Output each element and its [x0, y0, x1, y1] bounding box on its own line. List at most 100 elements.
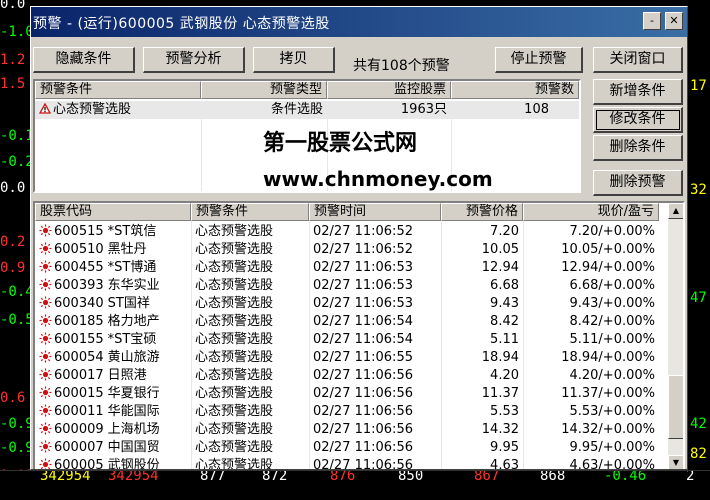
- alert-sun-icon: [39, 350, 52, 363]
- background-change-value: -0.1: [0, 128, 34, 144]
- alert-row[interactable]: 600515 *ST筑信 心态预警选股 02/27 11:06:52 7.20 7.20/…: [35, 223, 665, 241]
- alert-row[interactable]: 600005 武钢股份 心态预警选股 02/27 11:06:56 4.63 4.63/+…: [35, 457, 665, 470]
- column-header-alert-time[interactable]: 预警时间: [309, 203, 441, 221]
- background-quote-value: 2: [686, 470, 695, 484]
- delete-condition-button[interactable]: 删除条件: [593, 135, 683, 161]
- stock-cell: 600054 黄山旅游: [39, 349, 191, 367]
- stock-name: *ST筑信: [107, 224, 157, 239]
- alert-row[interactable]: 600009 上海机场 心态预警选股 02/27 11:06:56 14.32 14.32…: [35, 421, 665, 439]
- alert-list[interactable]: 股票代码 预警条件 预警时间 预警价格 现价/盈亏 600515 *ST筑信 心态预…: [33, 201, 685, 470]
- background-volume-value: 32: [690, 182, 707, 198]
- alert-time: 02/27 11:06:53: [313, 260, 413, 275]
- alert-price: 6.68: [490, 278, 519, 293]
- column-header-stock-code[interactable]: 股票代码: [35, 203, 191, 221]
- alert-time: 02/27 11:06:53: [313, 296, 413, 311]
- add-condition-button[interactable]: 新增条件: [593, 79, 683, 105]
- stock-name: 黑牡丹: [107, 242, 147, 257]
- alert-row[interactable]: 600011 华能国际 心态预警选股 02/27 11:06:56 5.53 5.53/+…: [35, 403, 665, 421]
- stock-name: 格力地产: [107, 314, 160, 329]
- alert-condition: 心态预警选股: [195, 458, 274, 470]
- stock-code: 600054: [54, 350, 104, 365]
- alert-price: 10.05: [481, 242, 519, 257]
- alert-row[interactable]: 600455 *ST博通 心态预警选股 02/27 11:06:53 12.94 12.9…: [35, 259, 665, 277]
- scroll-up-icon[interactable]: ▲: [668, 203, 683, 219]
- column-header-type[interactable]: 预警类型: [201, 81, 327, 99]
- alert-row[interactable]: 600007 中国国贸 心态预警选股 02/27 11:06:56 9.95 9.95/+…: [35, 439, 665, 457]
- stock-code: 600155: [54, 332, 104, 347]
- background-volume-value: 42: [690, 416, 707, 432]
- alert-price: 5.53: [490, 404, 519, 419]
- column-header-alert-price[interactable]: 预警价格: [441, 203, 523, 221]
- alert-price: 14.32: [481, 422, 519, 437]
- close-button[interactable]: ✕: [665, 12, 683, 30]
- alert-analysis-button[interactable]: 预警分析: [143, 47, 245, 73]
- background-change-value: -0.2: [0, 154, 34, 170]
- stock-name: 上海机场: [107, 422, 160, 437]
- stock-cell: 600017 日照港: [39, 367, 191, 385]
- alert-time: 02/27 11:06:55: [313, 350, 413, 365]
- alert-price: 5.11: [490, 332, 519, 347]
- alert-row[interactable]: 600054 黄山旅游 心态预警选股 02/27 11:06:55 18.94 18.94…: [35, 349, 665, 367]
- condition-count: 108: [524, 102, 549, 117]
- stop-alert-button[interactable]: 停止预警: [495, 47, 583, 73]
- column-header-stocks[interactable]: 监控股票: [327, 81, 451, 99]
- stock-cell: 600007 中国国贸: [39, 439, 191, 457]
- column-header-current-pnl[interactable]: 现价/盈亏: [523, 203, 659, 221]
- alert-condition: 心态预警选股: [195, 332, 274, 347]
- condition-name-cell: 心态预警选股: [39, 101, 199, 119]
- alert-sun-icon: [39, 368, 52, 381]
- title-bar[interactable]: 预警 - (运行)600005 武钢股份 心态预警选股 - ✕: [31, 7, 687, 37]
- warning-triangle-icon: [39, 103, 51, 114]
- stock-code: 600185: [54, 314, 104, 329]
- background-change-value: -0.5: [0, 312, 34, 328]
- column-header-count[interactable]: 预警数: [451, 81, 579, 99]
- current-pnl: 12.94/+0.00%: [561, 260, 655, 275]
- alert-condition: 心态预警选股: [195, 404, 274, 419]
- stock-name: 日照港: [107, 368, 147, 383]
- background-quote-value: -0.46: [604, 470, 647, 484]
- alert-price: 7.20: [490, 224, 519, 239]
- alert-sun-icon: [39, 422, 52, 435]
- stock-cell: 600455 *ST博通: [39, 259, 191, 277]
- background-right-column: 173247428291: [688, 0, 710, 500]
- alert-list-scrollbar[interactable]: ▲ ▼: [668, 203, 683, 469]
- background-volume-value: 17: [690, 78, 707, 94]
- background-change-value: 0.9: [0, 260, 26, 276]
- alert-condition: 心态预警选股: [195, 224, 274, 239]
- background-change-value: 0.0: [0, 0, 26, 12]
- column-header-condition[interactable]: 预警条件: [35, 81, 201, 99]
- stock-code: 600393: [54, 278, 104, 293]
- scroll-thumb[interactable]: [668, 375, 683, 439]
- stock-cell: 600011 华能国际: [39, 403, 191, 421]
- current-pnl: 9.43/+0.00%: [569, 296, 655, 311]
- background-change-value: -1.0: [0, 24, 34, 40]
- current-pnl: 9.95/+0.00%: [569, 440, 655, 455]
- alert-row[interactable]: 600393 东华实业 心态预警选股 02/27 11:06:53 6.68 6.68/+…: [35, 277, 665, 295]
- alert-row[interactable]: 600015 华夏银行 心态预警选股 02/27 11:06:56 11.37 11.37…: [35, 385, 665, 403]
- modify-condition-button[interactable]: 修改条件: [593, 107, 683, 133]
- minimize-button[interactable]: -: [643, 12, 661, 30]
- current-pnl: 4.20/+0.00%: [569, 368, 655, 383]
- delete-alert-button[interactable]: 删除预警: [593, 170, 683, 196]
- condition-row[interactable]: 心态预警选股 条件选股 1963只 108: [35, 101, 579, 119]
- scroll-down-icon[interactable]: ▼: [668, 455, 683, 469]
- hide-conditions-button[interactable]: 隐藏条件: [33, 47, 135, 73]
- alert-row[interactable]: 600510 黑牡丹 心态预警选股 02/27 11:06:52 10.05 10.05/…: [35, 241, 665, 259]
- background-change-value: 0.0: [0, 180, 26, 196]
- alert-row[interactable]: 600155 *ST宝硕 心态预警选股 02/27 11:06:54 5.11 5.11/…: [35, 331, 665, 349]
- close-window-button[interactable]: 关闭窗口: [593, 47, 683, 73]
- column-header-alert-condition[interactable]: 预警条件: [191, 203, 309, 221]
- copy-button[interactable]: 拷贝: [253, 47, 335, 73]
- alert-sun-icon: [39, 296, 52, 309]
- alert-row[interactable]: 600017 日照港 心态预警选股 02/27 11:06:56 4.20 4.20/+0…: [35, 367, 665, 385]
- stock-code: 600011: [54, 404, 104, 419]
- condition-type: 条件选股: [270, 102, 323, 117]
- column-gridline: [201, 119, 202, 191]
- background-change-value: 1.2: [0, 52, 26, 68]
- alert-price: 4.20: [490, 368, 519, 383]
- stock-name: *ST宝硕: [107, 332, 157, 347]
- background-volume-value: 82: [690, 446, 707, 462]
- alert-row[interactable]: 600340 ST国祥 心态预警选股 02/27 11:06:53 9.43 9.43/+…: [35, 295, 665, 313]
- alert-row[interactable]: 600185 格力地产 心态预警选股 02/27 11:06:54 8.42 8.42/+…: [35, 313, 665, 331]
- background-quote-value: 868: [540, 470, 566, 484]
